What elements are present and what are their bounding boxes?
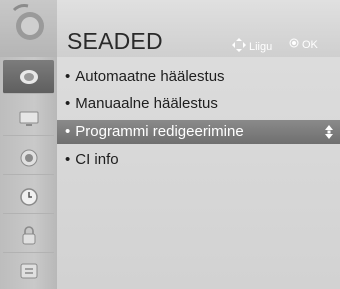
sidebar-item-options[interactable] bbox=[3, 254, 54, 287]
menu-item-label: Manuaalne häälestus bbox=[75, 95, 218, 112]
move-hint-label: Liigu bbox=[249, 40, 273, 53]
up-down-arrows-icon bbox=[325, 125, 333, 139]
bullet-icon: • bbox=[65, 95, 71, 112]
lock-icon bbox=[22, 225, 35, 244]
menu-item-label: Programmi redigeerimine bbox=[75, 123, 244, 140]
menu-item-manual-tuning[interactable]: • Manuaalne häälestus bbox=[65, 92, 218, 116]
page-title: SEADED bbox=[67, 28, 163, 54]
ok-hint: OK bbox=[289, 38, 318, 51]
menu-item-label: CI info bbox=[75, 151, 119, 168]
menu-item-program-edit[interactable]: • Programmi redigeerimine bbox=[57, 120, 340, 144]
channel-dish-icon bbox=[19, 69, 38, 84]
menu-item-ci-info[interactable]: • CI info bbox=[65, 148, 119, 172]
picture-tv-icon bbox=[19, 111, 38, 126]
sidebar-item-channel[interactable] bbox=[3, 60, 54, 94]
navigate-arrows-icon bbox=[232, 38, 246, 55]
options-icon bbox=[20, 263, 37, 278]
sidebar-item-lock[interactable] bbox=[3, 219, 54, 253]
sidebar-item-picture[interactable] bbox=[3, 102, 54, 136]
sidebar-item-time[interactable] bbox=[3, 180, 54, 214]
bullet-icon: • bbox=[65, 151, 71, 168]
bullet-icon: • bbox=[65, 123, 71, 140]
settings-logo bbox=[0, 0, 57, 57]
category-rail bbox=[0, 0, 57, 289]
ok-hint-label: OK bbox=[302, 38, 318, 51]
menu-item-label: Automaatne häälestus bbox=[75, 68, 225, 85]
move-hint: Liigu bbox=[232, 38, 272, 55]
ok-button-icon bbox=[289, 38, 299, 51]
settings-icon bbox=[12, 4, 44, 40]
settings-window: SEADED Liigu OK • Automaatne häälestus •… bbox=[0, 0, 340, 289]
menu-item-auto-tuning[interactable]: • Automaatne häälestus bbox=[65, 65, 225, 89]
header-bar: SEADED Liigu OK bbox=[57, 0, 340, 58]
bullet-icon: • bbox=[65, 68, 71, 85]
sidebar-item-audio[interactable] bbox=[3, 141, 54, 175]
menu-list: • Automaatne häälestus • Manuaalne häälest… bbox=[57, 57, 340, 289]
clock-icon bbox=[19, 187, 38, 206]
audio-speaker-icon bbox=[20, 149, 37, 166]
